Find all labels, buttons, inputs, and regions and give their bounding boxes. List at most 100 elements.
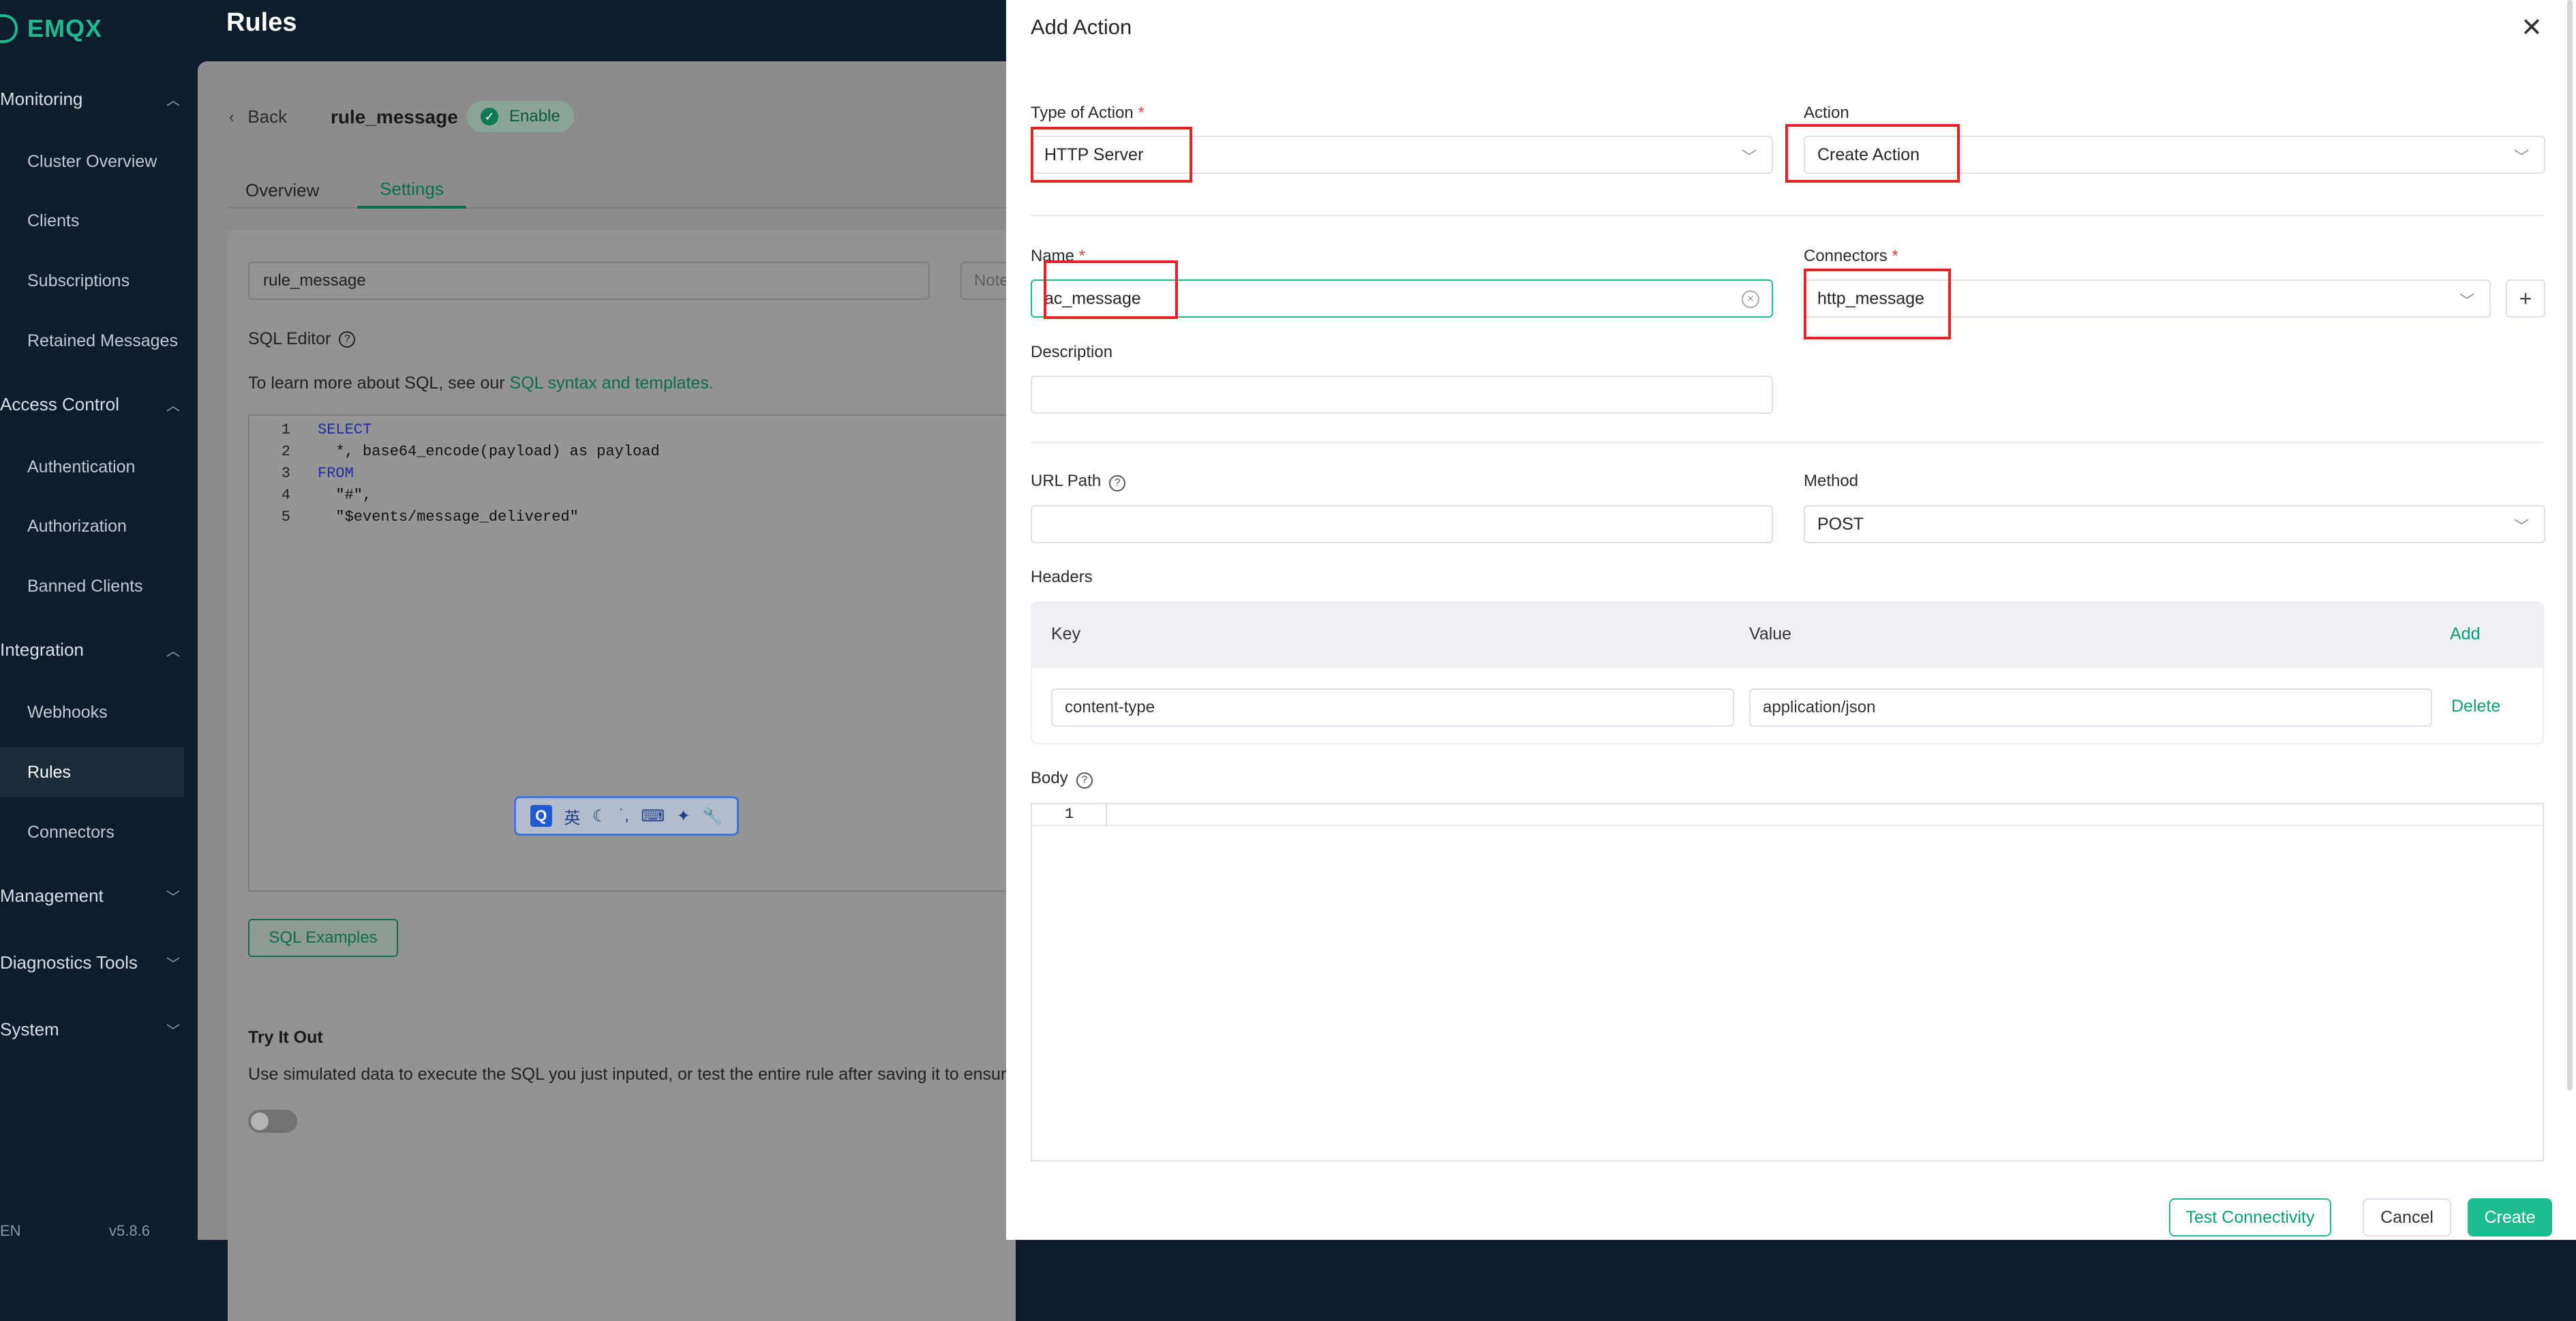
brand[interactable]: EMQX	[0, 12, 102, 45]
emqx-logo-icon	[0, 14, 18, 43]
code-line: 1	[1032, 804, 2543, 826]
method-label: Method	[1804, 472, 1859, 490]
sidebar: EMQX Monitoring ︿ Cluster Overview Client…	[0, 0, 198, 1240]
nav-group-management[interactable]: Management ﹀	[0, 879, 184, 913]
nav-item-rules[interactable]: Rules	[0, 747, 184, 798]
chevron-up-icon: ︿	[166, 93, 180, 108]
code-line: 4 "#",	[281, 486, 372, 504]
try-it-out-toggle[interactable]	[248, 1110, 297, 1133]
nav-item-authorization[interactable]: Authorization	[0, 501, 184, 551]
top-bar: Rules	[198, 0, 1016, 61]
status-badge: ✓ Enable	[467, 101, 574, 132]
action-label: Action	[1804, 104, 1849, 122]
chevron-down-icon: ﹀	[2459, 292, 2474, 309]
name-input[interactable]: ac_message ×	[1031, 279, 1773, 318]
nav-item-cluster-overview[interactable]: Cluster Overview	[0, 136, 184, 187]
nav-item-retained-messages[interactable]: Retained Messages	[0, 316, 184, 366]
connectors-select[interactable]: http_message ﹀	[1804, 279, 2491, 318]
check-circle-icon: ✓	[481, 108, 498, 125]
sql-editor-label: SQL Editor ?	[248, 329, 356, 349]
cancel-button[interactable]: Cancel	[2363, 1198, 2451, 1236]
rule-name-input[interactable]: rule_message	[248, 262, 930, 300]
try-it-out-title: Try It Out	[248, 1028, 323, 1047]
try-it-out-description: Use simulated data to execute the SQL yo…	[248, 1065, 1016, 1084]
nav-item-webhooks[interactable]: Webhooks	[0, 687, 184, 738]
action-select[interactable]: Create Action ﹀	[1804, 136, 2545, 174]
delete-header-button[interactable]: Delete	[2451, 697, 2500, 716]
description-label: Description	[1031, 343, 1113, 361]
chevron-down-icon: ﹀	[166, 956, 180, 972]
connectors-label: Connectors *	[1804, 247, 1898, 265]
chevron-down-icon: ﹀	[1741, 149, 1757, 166]
close-icon[interactable]: ✕	[2521, 12, 2543, 43]
ime-logo-icon: Q	[530, 805, 552, 827]
clear-icon[interactable]: ×	[1742, 290, 1759, 308]
language-switch[interactable]: EN	[0, 1222, 21, 1239]
code-line: 5 "$events/message_delivered"	[281, 508, 579, 526]
chevron-down-icon: ﹀	[166, 1023, 180, 1039]
headers-label: Headers	[1031, 568, 1093, 586]
help-icon[interactable]: ?	[1109, 475, 1126, 491]
sql-syntax-link[interactable]: SQL syntax and templates.	[510, 374, 714, 393]
ime-language-toggle[interactable]: 英	[564, 804, 580, 828]
nav-group-integration[interactable]: Integration ︿	[0, 633, 184, 667]
sql-hint: To learn more about SQL, see our SQL syn…	[248, 374, 714, 393]
headers-table-header: Key Value Add	[1032, 603, 2543, 668]
nav-group-system[interactable]: System ﹀	[0, 1012, 184, 1046]
nav-item-clients[interactable]: Clients	[0, 196, 184, 246]
chevron-up-icon: ︿	[166, 398, 180, 414]
header-key-input[interactable]: content-type	[1051, 688, 1734, 727]
nav-item-authentication[interactable]: Authentication	[0, 442, 184, 492]
nav-item-connectors[interactable]: Connectors	[0, 807, 184, 857]
create-button[interactable]: Create	[2468, 1198, 2552, 1236]
chevron-down-icon: ﹀	[166, 890, 180, 905]
help-icon[interactable]: ?	[339, 331, 356, 348]
rule-settings-page: ‹ Back rule_message ✓ Enable Overview Se…	[198, 61, 1029, 1321]
chevron-up-icon: ︿	[166, 643, 180, 659]
code-line: 3 FROM	[281, 464, 354, 482]
test-connectivity-button[interactable]: Test Connectivity	[2169, 1198, 2331, 1236]
back-button[interactable]: ‹ Back	[229, 106, 287, 127]
type-of-action-label: Type of Action *	[1031, 104, 1145, 122]
tab-overview[interactable]: Overview	[245, 172, 319, 209]
tab-settings[interactable]: Settings	[357, 172, 466, 209]
nav-group-access-control[interactable]: Access Control ︿	[0, 387, 184, 421]
header-value-input[interactable]: application/json	[1749, 688, 2432, 727]
settings-panel: rule_message Note SQL Editor ? To learn …	[228, 230, 1029, 1321]
code-line: 1 SELECT	[281, 421, 372, 438]
headers-table: Key Value Add content-type application/j…	[1031, 601, 2544, 744]
nav-group-diagnostics-tools[interactable]: Diagnostics Tools ﹀	[0, 945, 184, 980]
nav-item-subscriptions[interactable]: Subscriptions	[0, 256, 184, 306]
help-icon[interactable]: ?	[1076, 772, 1093, 789]
version-label: v5.8.6	[109, 1222, 150, 1239]
add-connector-button[interactable]: +	[2506, 279, 2545, 318]
footer-version: EN v5.8.6	[0, 1222, 150, 1240]
method-select[interactable]: POST ﹀	[1804, 505, 2545, 543]
body-editor[interactable]: 1	[1031, 803, 2544, 1161]
drawer-scrollbar[interactable]	[2567, 0, 2573, 1091]
punctuation-icon[interactable]: ˙,	[619, 806, 629, 825]
url-path-input[interactable]	[1031, 505, 1773, 543]
divider	[1031, 442, 2544, 443]
column-value: Value	[1749, 624, 1792, 643]
keyboard-icon[interactable]: ⌨	[641, 806, 665, 826]
ime-toolbar[interactable]: Q 英 ☾ ˙, ⌨ ✦ 🔧	[514, 796, 739, 836]
page-title: Rules	[226, 8, 297, 37]
drawer-title: Add Action	[1031, 15, 1132, 39]
url-path-label: URL Path?	[1031, 472, 1126, 491]
nav-group-monitoring[interactable]: Monitoring ︿	[0, 82, 184, 116]
plugin-icon[interactable]: ✦	[677, 806, 691, 826]
name-label: Name *	[1031, 247, 1086, 265]
moon-icon[interactable]: ☾	[592, 806, 607, 826]
column-key: Key	[1051, 624, 1081, 643]
wrench-icon[interactable]: 🔧	[702, 806, 723, 826]
add-header-button[interactable]: Add	[2450, 624, 2480, 644]
rule-name-title: rule_message	[331, 106, 458, 127]
sql-examples-button[interactable]: SQL Examples	[248, 919, 398, 957]
chevron-down-icon: ﹀	[2513, 149, 2529, 166]
nav-item-banned-clients[interactable]: Banned Clients	[0, 561, 184, 611]
chevron-left-icon: ‹	[229, 108, 234, 125]
brand-name: EMQX	[27, 14, 103, 42]
type-of-action-select[interactable]: HTTP Server ﹀	[1031, 136, 1773, 174]
description-input[interactable]	[1031, 376, 1773, 414]
